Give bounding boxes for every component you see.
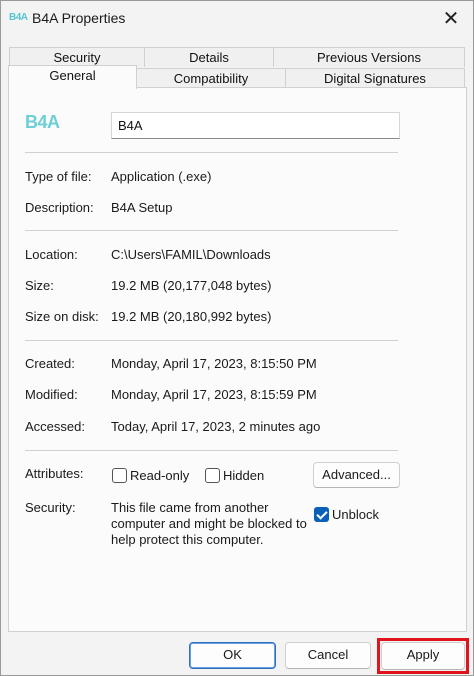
file-logo: B4A: [25, 112, 60, 132]
unblock-checkbox[interactable]: [314, 507, 329, 522]
properties-window: B4A B4A Properties ✕ Security Details Pr…: [0, 0, 474, 676]
separator: [25, 152, 398, 153]
general-panel: B4A Type of file: Application (.exe) Des…: [8, 87, 467, 632]
app-icon: B4A: [9, 12, 28, 23]
advanced-button[interactable]: Advanced...: [313, 462, 400, 488]
readonly-checkbox[interactable]: [112, 468, 127, 483]
location-label: Location:: [25, 247, 78, 262]
created-label: Created:: [25, 356, 75, 371]
accessed-value: Today, April 17, 2023, 2 minutes ago: [111, 419, 321, 434]
cancel-button[interactable]: Cancel: [285, 642, 371, 669]
tab-previous-versions[interactable]: Previous Versions: [273, 47, 465, 67]
accessed-label: Accessed:: [25, 419, 85, 434]
modified-value: Monday, April 17, 2023, 8:15:59 PM: [111, 387, 317, 402]
size-on-disk-value: 19.2 MB (20,180,992 bytes): [111, 309, 272, 324]
separator: [25, 230, 398, 231]
type-value: Application (.exe): [111, 169, 212, 184]
readonly-label[interactable]: Read-only: [130, 468, 189, 483]
tab-details[interactable]: Details: [144, 47, 274, 67]
tab-digital-signatures[interactable]: Digital Signatures: [285, 68, 465, 88]
tab-general[interactable]: General: [8, 65, 137, 89]
tab-compatibility[interactable]: Compatibility: [136, 68, 286, 88]
hidden-checkbox[interactable]: [205, 468, 220, 483]
window-title: B4A Properties: [32, 10, 126, 26]
tab-security[interactable]: Security: [9, 47, 145, 67]
location-value: C:\Users\FAMIL\Downloads: [111, 247, 271, 262]
file-name-input[interactable]: [111, 112, 400, 139]
type-label: Type of file:: [25, 169, 92, 184]
size-on-disk-label: Size on disk:: [25, 309, 99, 324]
title-bar: B4A B4A Properties ✕: [1, 1, 473, 37]
modified-label: Modified:: [25, 387, 78, 402]
created-value: Monday, April 17, 2023, 8:15:50 PM: [111, 356, 317, 371]
close-icon[interactable]: ✕: [437, 5, 465, 33]
separator: [25, 450, 398, 451]
attributes-label: Attributes:: [25, 466, 84, 481]
size-label: Size:: [25, 278, 54, 293]
size-value: 19.2 MB (20,177,048 bytes): [111, 278, 272, 293]
separator: [25, 340, 398, 341]
unblock-label[interactable]: Unblock: [332, 507, 379, 522]
security-message: This file came from another computer and…: [111, 500, 307, 547]
hidden-label[interactable]: Hidden: [223, 468, 264, 483]
apply-highlight-frame: [377, 638, 469, 674]
security-label: Security:: [25, 500, 76, 515]
description-label: Description:: [25, 200, 94, 215]
ok-button[interactable]: OK: [189, 642, 276, 669]
description-value: B4A Setup: [111, 200, 173, 215]
